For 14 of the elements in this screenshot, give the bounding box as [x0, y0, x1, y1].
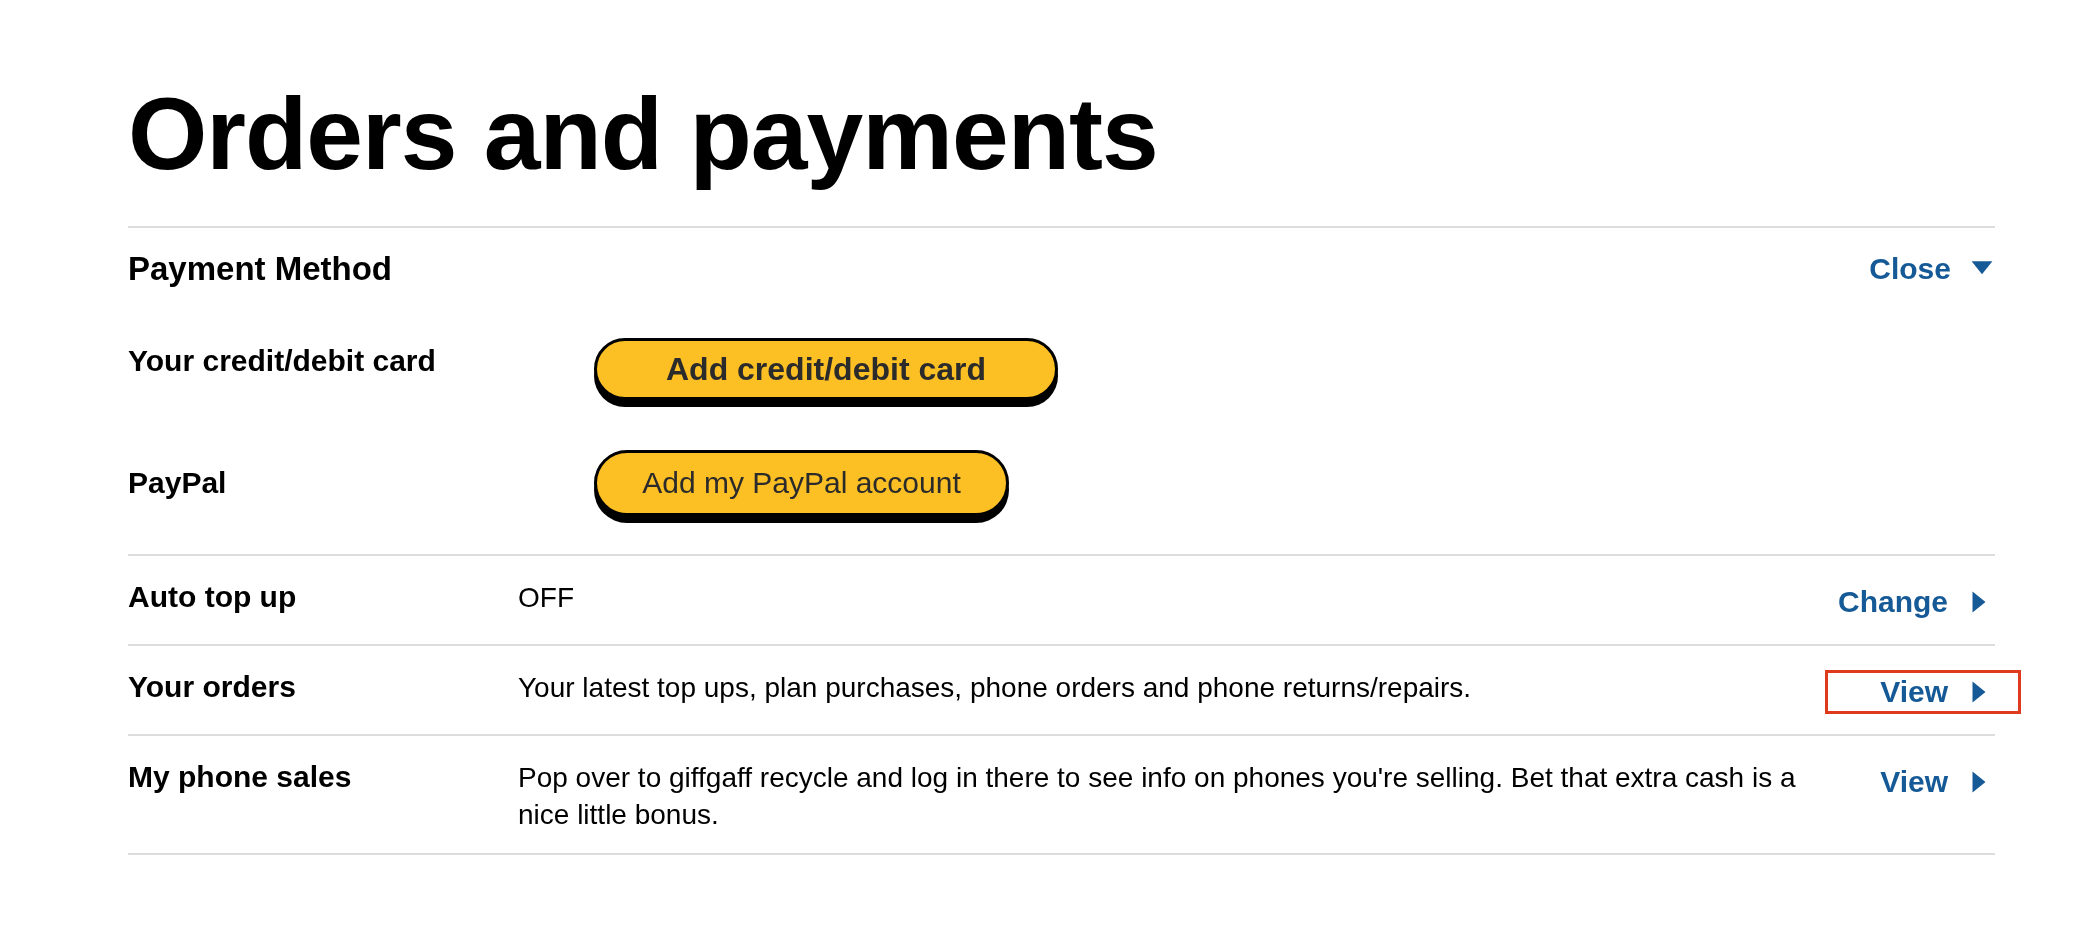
row-label: My phone sales: [128, 760, 353, 795]
option-label: PayPal: [128, 466, 228, 501]
row-label: Auto top up: [128, 580, 298, 615]
option-label: Your credit/debit card: [128, 343, 437, 379]
row-description: Your latest top ups, plan purchases, phone orders and phone returns/repairs.: [518, 671, 1473, 706]
section-heading: Payment Method: [128, 250, 393, 289]
action-link[interactable]: View: [1825, 760, 1995, 805]
row-description: Pop over to giffgaff recycle and log in there to see info on phones you're selling. Bet that extra cash is a nice little bonus.: [518, 761, 1797, 832]
row-label: Your orders: [128, 670, 297, 705]
action-link[interactable]: Change: [1825, 580, 1995, 625]
row-description: OFF: [518, 581, 575, 616]
close-link[interactable]: Close: [1869, 252, 1995, 287]
action-link[interactable]: View: [1825, 670, 2021, 715]
page-title: Orders and payments: [128, 78, 1158, 191]
